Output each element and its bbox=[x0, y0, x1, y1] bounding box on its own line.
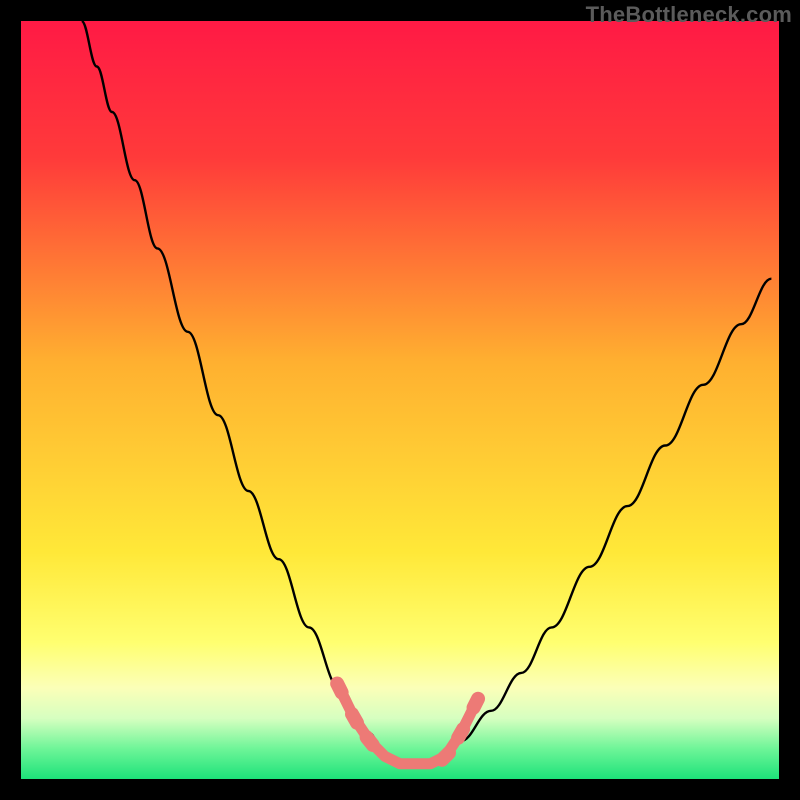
watermark: TheBottleneck.com bbox=[586, 2, 792, 28]
chart-frame: TheBottleneck.com bbox=[0, 0, 800, 800]
plot-background bbox=[21, 21, 779, 779]
chart-plot bbox=[21, 21, 779, 779]
